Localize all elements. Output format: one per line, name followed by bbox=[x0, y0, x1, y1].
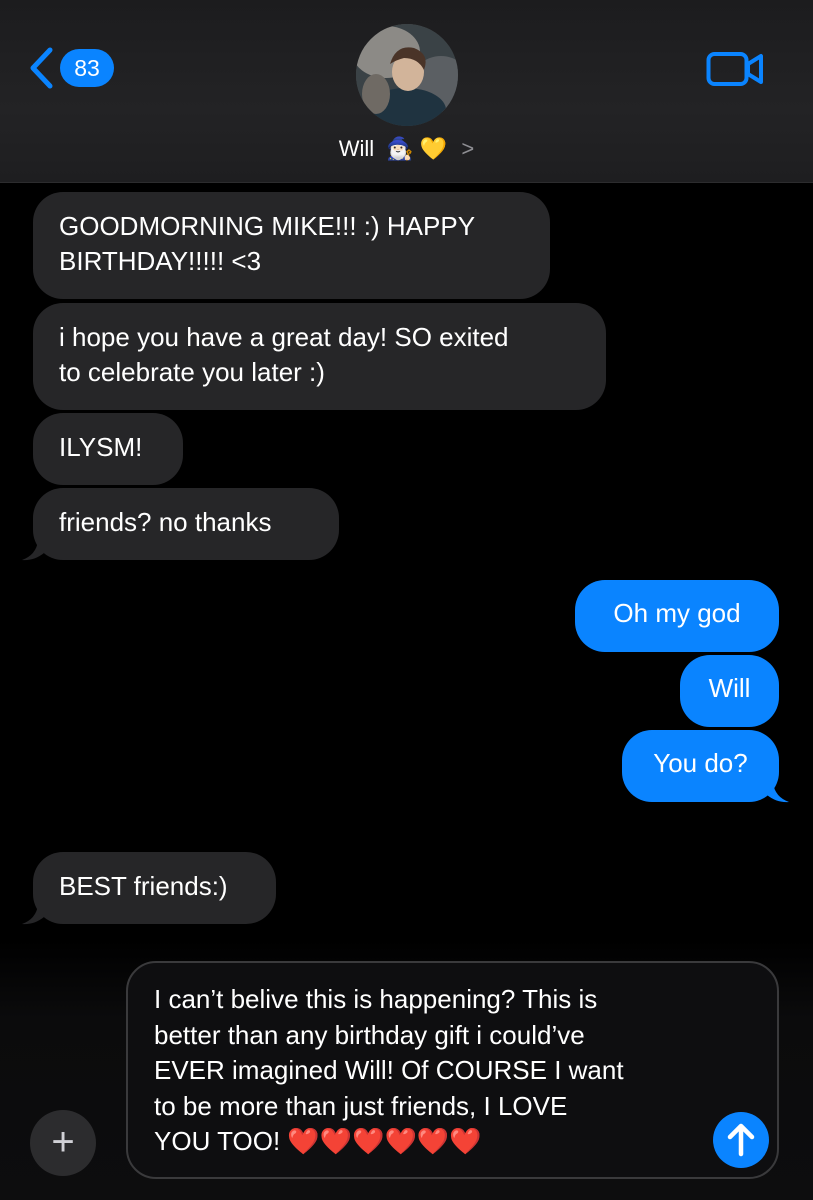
bubble-tail bbox=[22, 541, 44, 561]
contact-name-label: Will bbox=[338, 136, 375, 161]
bubble-tail bbox=[767, 783, 789, 803]
video-call-button[interactable] bbox=[706, 51, 764, 92]
contact-name-button[interactable]: Will 🧙🏻‍♂️ 💛 > bbox=[0, 136, 813, 162]
unread-count-badge: 83 bbox=[60, 49, 114, 87]
message-incoming[interactable]: ILYSM! bbox=[33, 413, 183, 485]
hearts-emoji: ❤️❤️❤️❤️❤️❤️ bbox=[287, 1126, 482, 1156]
message-input[interactable]: I can’t belive this is happening? This i… bbox=[126, 961, 779, 1179]
message-incoming[interactable]: i hope you have a great day! SO exited t… bbox=[33, 303, 606, 410]
arrow-up-icon bbox=[727, 1123, 755, 1157]
contact-avatar[interactable] bbox=[356, 24, 458, 126]
avatar-photo bbox=[356, 24, 458, 126]
message-incoming[interactable]: BEST friends:) bbox=[33, 852, 276, 924]
plus-icon: + bbox=[51, 1120, 75, 1164]
send-button[interactable] bbox=[713, 1112, 769, 1168]
back-button[interactable]: 83 bbox=[28, 46, 114, 90]
contact-emojis: 🧙🏻‍♂️ 💛 bbox=[386, 136, 448, 161]
message-incoming[interactable]: friends? no thanks bbox=[33, 488, 339, 560]
message-outgoing[interactable]: Will bbox=[680, 655, 779, 727]
chevron-right-icon: > bbox=[461, 136, 475, 161]
video-camera-icon bbox=[706, 52, 763, 86]
messages-screen: 83 Will 🧙🏻‍♂️ 💛 > GOODM bbox=[0, 0, 813, 1200]
message-outgoing[interactable]: Oh my god bbox=[575, 580, 779, 652]
plus-button[interactable]: + bbox=[30, 1110, 96, 1176]
chevron-left-icon bbox=[30, 47, 53, 89]
conversation-header: 83 Will 🧙🏻‍♂️ 💛 > bbox=[0, 0, 813, 183]
message-incoming[interactable]: GOODMORNING MIKE!!! :) HAPPY BIRTHDAY!!!… bbox=[33, 192, 550, 299]
message-outgoing[interactable]: You do? bbox=[622, 730, 779, 802]
bubble-tail bbox=[22, 905, 44, 925]
